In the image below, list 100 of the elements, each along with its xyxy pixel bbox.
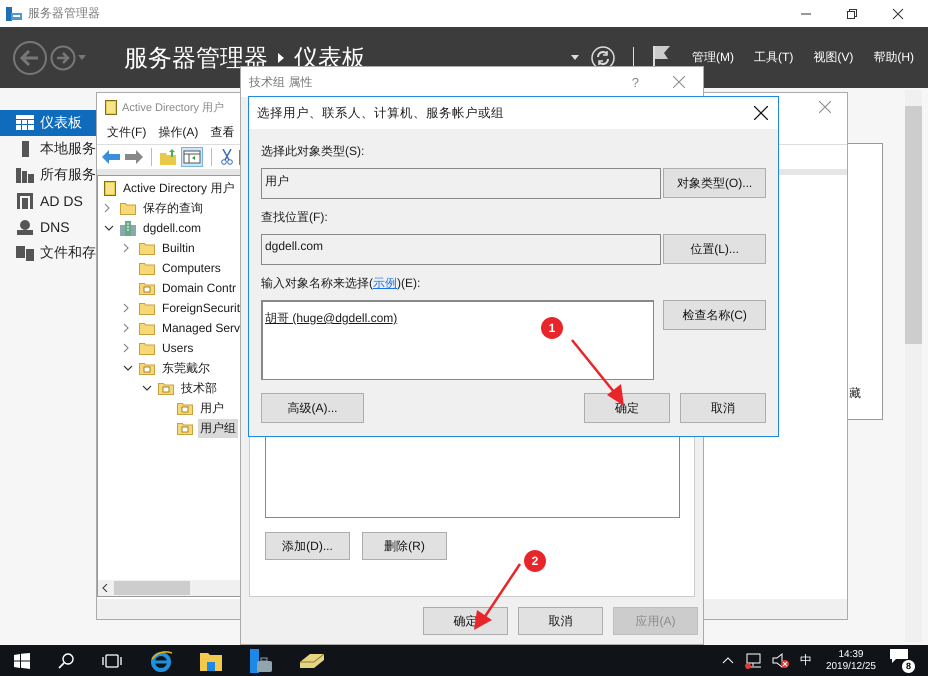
dropdown-caret-icon[interactable] [571, 55, 579, 60]
restore-icon[interactable] [846, 8, 858, 20]
location-field: dgdell.com [261, 234, 662, 265]
menu-item[interactable]: 操作(A) [158, 124, 198, 141]
browser-icon[interactable] [150, 650, 172, 672]
forward-icon[interactable] [50, 44, 76, 70]
dns-icon [16, 219, 34, 235]
field-label: 查找位置(F): [261, 209, 328, 226]
folder-icon [139, 282, 155, 294]
locations-button[interactable]: 位置(L)... [663, 234, 766, 264]
folder-icon [139, 342, 155, 354]
dashboard-grid-icon [16, 115, 34, 131]
clock-date: 2019/12/25 [826, 660, 876, 672]
folder-up-icon[interactable] [160, 149, 176, 165]
close-icon[interactable] [892, 8, 904, 20]
search-icon[interactable] [58, 652, 74, 668]
vertical-scrollbar[interactable] [905, 90, 922, 642]
tree-item[interactable]: Computers [160, 260, 223, 276]
dialog-button[interactable]: 添加(D)... [265, 532, 350, 560]
tree-item[interactable]: Active Directory 用户 [121, 178, 236, 198]
dialog-button[interactable]: 取消 [518, 607, 603, 635]
resolved-name: 胡哥 (huge@dgdell.com) [265, 311, 398, 325]
menu-item[interactable]: 管理(M) [692, 49, 734, 66]
dialog-title: 选择用户、联系人、计算机、服务帐户或组 [257, 104, 504, 122]
building-icon [120, 220, 136, 236]
folder-icon [139, 322, 155, 334]
console-tree-icon[interactable] [181, 147, 203, 167]
tree-item[interactable]: 用户 [198, 398, 226, 418]
book-icon [104, 180, 116, 196]
ok-button[interactable]: 确定 [584, 393, 670, 423]
window-title: Active Directory 用户 [122, 100, 224, 114]
muted-speaker-icon[interactable] [772, 652, 790, 668]
folder-icon [139, 262, 155, 274]
folder-icon [139, 362, 155, 374]
tree-item[interactable]: 用户组 [198, 418, 238, 438]
menu-item[interactable]: 帮助(H) [873, 49, 914, 66]
back-arrow-icon[interactable] [102, 150, 120, 164]
menu-item[interactable]: 查看 [210, 124, 234, 141]
servers-icon [16, 167, 34, 183]
speech-bubble-icon [890, 648, 908, 662]
input-method-indicator[interactable]: 中 [800, 652, 812, 669]
close-icon[interactable] [754, 106, 768, 120]
help-button[interactable]: ? [632, 74, 639, 90]
folder-icon [139, 302, 155, 314]
panel-text: 藏 [849, 385, 861, 402]
advanced-button[interactable]: 高级(A)... [261, 393, 364, 423]
back-icon[interactable] [12, 40, 48, 76]
tree-item[interactable]: Managed Serv [160, 320, 241, 336]
tree-item[interactable]: Domain Contr [160, 280, 238, 296]
tree-item[interactable]: Users [160, 340, 196, 356]
folder-icon [177, 402, 193, 414]
folder-icon[interactable] [200, 650, 222, 670]
directory-icon [16, 193, 34, 209]
chevron-up-icon[interactable] [722, 657, 734, 664]
menu-item[interactable]: 视图(V) [813, 49, 854, 66]
sidebar-item[interactable]: DNS [0, 214, 96, 240]
menu-item[interactable]: 工具(T) [754, 49, 794, 66]
folder-icon [158, 382, 174, 394]
folder-icon [177, 422, 193, 434]
tree-item[interactable]: dgdell.com [141, 220, 204, 236]
windows-start-icon[interactable] [14, 652, 30, 668]
server-manager-icon[interactable] [250, 648, 272, 672]
notification-button[interactable]: 8 [890, 648, 914, 672]
tree-item[interactable]: 东莞戴尔 [160, 358, 212, 378]
object-types-button[interactable]: 对象类型(O)... [663, 168, 766, 198]
menu-item[interactable]: 文件(F) [107, 124, 146, 141]
scissors-icon[interactable] [220, 149, 234, 165]
files-icon [16, 245, 34, 261]
tree-item[interactable]: 技术部 [179, 378, 219, 398]
sidebar-item[interactable]: 所有服务 [0, 162, 96, 188]
tree-item[interactable]: ForeignSecurit [160, 300, 241, 316]
folder-icon [139, 242, 155, 254]
object-type-field: 用户 [261, 168, 662, 199]
sidebar-item[interactable]: 仪表板 [0, 110, 96, 136]
book-icon [105, 100, 117, 114]
check-names-button[interactable]: 检查名称(C) [663, 300, 766, 330]
tree-item[interactable]: 保存的查询 [141, 198, 205, 218]
window-title: 服务器管理器 [28, 5, 100, 22]
tree-item[interactable]: Builtin [160, 240, 197, 256]
forward-arrow-icon[interactable] [125, 150, 143, 164]
breadcrumb-separator-icon [278, 52, 284, 62]
clock[interactable]: 14:39 2019/12/25 [826, 648, 876, 672]
dialog-title: 技术组 属性 [249, 74, 312, 90]
clock-time: 14:39 [838, 648, 864, 660]
field-label: 选择此对象类型(S): [261, 143, 364, 160]
folder-icon [120, 202, 136, 214]
sidebar-item[interactable]: 文件和存 [0, 240, 96, 266]
sidebar-item[interactable]: 本地服务 [0, 136, 96, 162]
field-label: 输入对象名称来选择(示例)(E): [261, 275, 420, 292]
sidebar-item[interactable]: AD DS [0, 188, 96, 214]
server-manager-icon [6, 6, 22, 20]
book-icon[interactable] [300, 654, 324, 668]
examples-link[interactable]: 示例 [373, 276, 397, 290]
network-icon[interactable] [744, 652, 762, 668]
cancel-button[interactable]: 取消 [680, 393, 766, 423]
notification-count: 8 [901, 658, 916, 674]
dialog-button[interactable]: 删除(R) [362, 532, 447, 560]
task-view-icon[interactable] [102, 654, 122, 668]
scroll-left-icon[interactable] [102, 584, 108, 592]
horizontal-scrollbar[interactable] [98, 580, 241, 596]
